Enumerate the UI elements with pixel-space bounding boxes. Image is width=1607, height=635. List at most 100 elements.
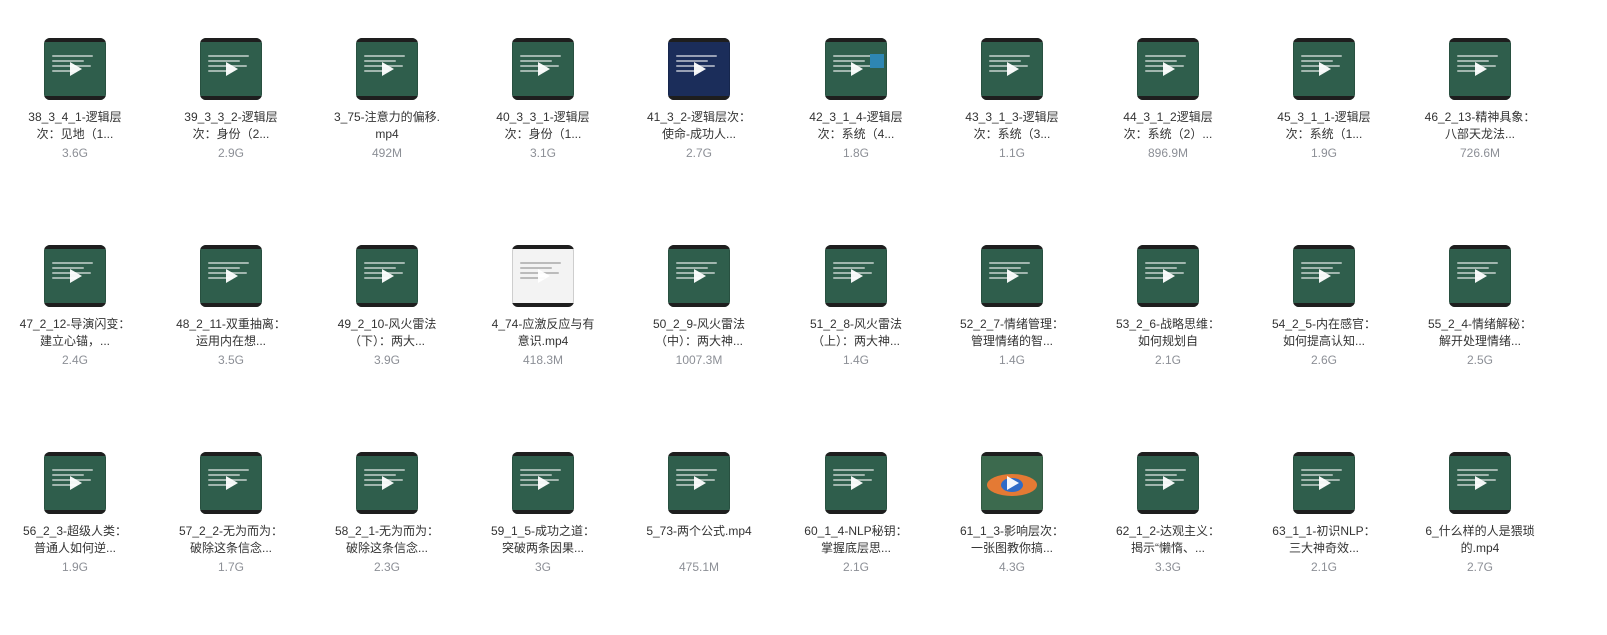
video-thumbnail[interactable]	[1449, 452, 1511, 514]
file-item[interactable]: 44_3_1_2逻辑层次：系统（2）... 896.9M	[1090, 38, 1246, 160]
file-size: 1.7G	[217, 560, 244, 574]
file-name[interactable]: 58_2_1-无为而为：破除这条信念...	[331, 523, 443, 557]
video-thumbnail[interactable]	[981, 452, 1043, 514]
file-size: 3.9G	[373, 353, 400, 367]
file-item[interactable]: 3_75-注意力的偏移.mp4 492M	[309, 38, 465, 160]
file-name[interactable]: 60_1_4-NLP秘钥：掌握底层思...	[800, 523, 912, 557]
file-name[interactable]: 47_2_12-导演闪变：建立心锚，...	[19, 316, 131, 350]
video-thumbnail[interactable]	[1137, 38, 1199, 100]
file-name[interactable]: 59_1_5-成功之道：突破两条因果...	[487, 523, 599, 557]
video-thumbnail[interactable]	[825, 38, 887, 100]
video-thumbnail[interactable]	[512, 245, 574, 307]
file-item[interactable]: 40_3_3_1-逻辑层次：身份（1... 3.1G	[465, 38, 621, 160]
file-name[interactable]: 63_1_1-初识NLP：三大神奇效...	[1268, 523, 1380, 557]
file-name[interactable]: 49_2_10-风火雷法（下）：两大...	[331, 316, 443, 350]
play-icon	[379, 268, 395, 284]
file-item[interactable]: 56_2_3-超级人类：普通人如何逆... 1.9G	[0, 452, 153, 574]
file-item[interactable]: 63_1_1-初识NLP：三大神奇效... 2.1G	[1246, 452, 1402, 574]
video-thumbnail[interactable]	[512, 38, 574, 100]
file-name[interactable]: 54_2_5-内在感官：如何提高认知...	[1268, 316, 1380, 350]
file-name[interactable]: 51_2_8-风火雷法（上）：两大神...	[800, 316, 912, 350]
file-name[interactable]: 50_2_9-风火雷法（中）：两大神...	[643, 316, 755, 350]
file-item[interactable]: 42_3_1_4-逻辑层次：系统（4... 1.8G	[778, 38, 934, 160]
video-thumbnail[interactable]	[825, 452, 887, 514]
file-name[interactable]: 61_1_3-影响层次：一张图教你搞...	[956, 523, 1068, 557]
file-item[interactable]: 41_3_2-逻辑层次：使命-成功人... 2.7G	[621, 38, 777, 160]
file-item[interactable]: 5_73-两个公式.mp4 475.1M	[621, 452, 777, 574]
file-name[interactable]: 57_2_2-无为而为：破除这条信念...	[175, 523, 287, 557]
video-thumbnail[interactable]	[44, 245, 106, 307]
file-name[interactable]: 4_74-应激反应与有意识.mp4	[487, 316, 599, 350]
file-item[interactable]: 59_1_5-成功之道：突破两条因果... 3G	[465, 452, 621, 574]
file-item[interactable]: 4_74-应激反应与有意识.mp4 418.3M	[465, 245, 621, 367]
file-name[interactable]: 40_3_3_1-逻辑层次：身份（1...	[487, 109, 599, 143]
file-name[interactable]: 3_75-注意力的偏移.mp4	[331, 109, 443, 143]
file-size: 3.3G	[1154, 560, 1181, 574]
file-item[interactable]: 62_1_2-达观主义：揭示“懒惰、... 3.3G	[1090, 452, 1246, 574]
file-item[interactable]: 60_1_4-NLP秘钥：掌握底层思... 2.1G	[778, 452, 934, 574]
file-name[interactable]: 46_2_13-精神具象：八部天龙法...	[1424, 109, 1536, 143]
file-name[interactable]: 45_3_1_1-逻辑层次：系统（1...	[1268, 109, 1380, 143]
video-thumbnail[interactable]	[981, 245, 1043, 307]
video-thumbnail[interactable]	[981, 38, 1043, 100]
video-thumbnail[interactable]	[668, 38, 730, 100]
video-thumbnail[interactable]	[44, 38, 106, 100]
file-item[interactable]: 57_2_2-无为而为：破除这条信念... 1.7G	[153, 452, 309, 574]
file-item[interactable]: 52_2_7-情绪管理：管理情绪的智... 1.4G	[934, 245, 1090, 367]
video-thumbnail[interactable]	[668, 452, 730, 514]
video-thumbnail[interactable]	[1293, 452, 1355, 514]
file-name[interactable]: 43_3_1_3-逻辑层次：系统（3...	[956, 109, 1068, 143]
file-size: 896.9M	[1147, 146, 1189, 160]
file-item[interactable]: 43_3_1_3-逻辑层次：系统（3... 1.1G	[934, 38, 1090, 160]
file-name[interactable]: 39_3_3_2-逻辑层次：身份（2...	[175, 109, 287, 143]
play-icon	[1316, 475, 1332, 491]
file-item[interactable]: 47_2_12-导演闪变：建立心锚，... 2.4G	[0, 245, 153, 367]
file-item[interactable]: 48_2_11-双重抽离：运用内在想... 3.5G	[153, 245, 309, 367]
file-name[interactable]: 48_2_11-双重抽离：运用内在想...	[175, 316, 287, 350]
video-thumbnail[interactable]	[356, 245, 418, 307]
file-name[interactable]: 53_2_6-战略思维：如何规划自	[1112, 316, 1224, 350]
file-item[interactable]: 51_2_8-风火雷法（上）：两大神... 1.4G	[778, 245, 934, 367]
file-item[interactable]: 6_什么样的人是猥琐的.mp4 2.7G	[1402, 452, 1558, 574]
video-thumbnail[interactable]	[200, 38, 262, 100]
file-item[interactable]: 39_3_3_2-逻辑层次：身份（2... 2.9G	[153, 38, 309, 160]
video-thumbnail[interactable]	[1137, 245, 1199, 307]
video-thumbnail[interactable]	[1137, 452, 1199, 514]
video-thumbnail[interactable]	[668, 245, 730, 307]
file-size: 3.5G	[217, 353, 244, 367]
file-name[interactable]: 62_1_2-达观主义：揭示“懒惰、...	[1112, 523, 1224, 557]
video-thumbnail[interactable]	[356, 452, 418, 514]
video-thumbnail[interactable]	[825, 245, 887, 307]
file-item[interactable]: 38_3_4_1-逻辑层次：见地（1... 3.6G	[0, 38, 153, 160]
file-item[interactable]: 53_2_6-战略思维：如何规划自 2.1G	[1090, 245, 1246, 367]
file-name[interactable]: 55_2_4-情绪解秘：解开处理情绪...	[1424, 316, 1536, 350]
file-item[interactable]: 50_2_9-风火雷法（中）：两大神... 1007.3M	[621, 245, 777, 367]
file-item[interactable]: 45_3_1_1-逻辑层次：系统（1... 1.9G	[1246, 38, 1402, 160]
file-item[interactable]: 58_2_1-无为而为：破除这条信念... 2.3G	[309, 452, 465, 574]
file-name[interactable]: 56_2_3-超级人类：普通人如何逆...	[19, 523, 131, 557]
file-name[interactable]: 5_73-两个公式.mp4	[643, 523, 755, 557]
video-thumbnail[interactable]	[44, 452, 106, 514]
file-item[interactable]: 46_2_13-精神具象：八部天龙法... 726.6M	[1402, 38, 1558, 160]
video-thumbnail[interactable]	[200, 452, 262, 514]
file-name[interactable]: 42_3_1_4-逻辑层次：系统（4...	[800, 109, 912, 143]
video-thumbnail[interactable]	[1449, 38, 1511, 100]
play-icon	[691, 61, 707, 77]
file-item[interactable]: 49_2_10-风火雷法（下）：两大... 3.9G	[309, 245, 465, 367]
file-name[interactable]: 38_3_4_1-逻辑层次：见地（1...	[19, 109, 131, 143]
file-size: 1.9G	[61, 560, 88, 574]
file-item[interactable]: 55_2_4-情绪解秘：解开处理情绪... 2.5G	[1402, 245, 1558, 367]
video-thumbnail[interactable]	[356, 38, 418, 100]
file-name[interactable]: 52_2_7-情绪管理：管理情绪的智...	[956, 316, 1068, 350]
video-thumbnail[interactable]	[1293, 245, 1355, 307]
video-thumbnail[interactable]	[1449, 245, 1511, 307]
file-item[interactable]: 54_2_5-内在感官：如何提高认知... 2.6G	[1246, 245, 1402, 367]
file-item[interactable]: 61_1_3-影响层次：一张图教你搞... 4.3G	[934, 452, 1090, 574]
video-thumbnail[interactable]	[512, 452, 574, 514]
file-name[interactable]: 6_什么样的人是猥琐的.mp4	[1424, 523, 1536, 557]
file-name[interactable]: 41_3_2-逻辑层次：使命-成功人...	[643, 109, 755, 143]
file-name[interactable]: 44_3_1_2逻辑层次：系统（2）...	[1112, 109, 1224, 143]
play-icon	[848, 268, 864, 284]
video-thumbnail[interactable]	[1293, 38, 1355, 100]
video-thumbnail[interactable]	[200, 245, 262, 307]
